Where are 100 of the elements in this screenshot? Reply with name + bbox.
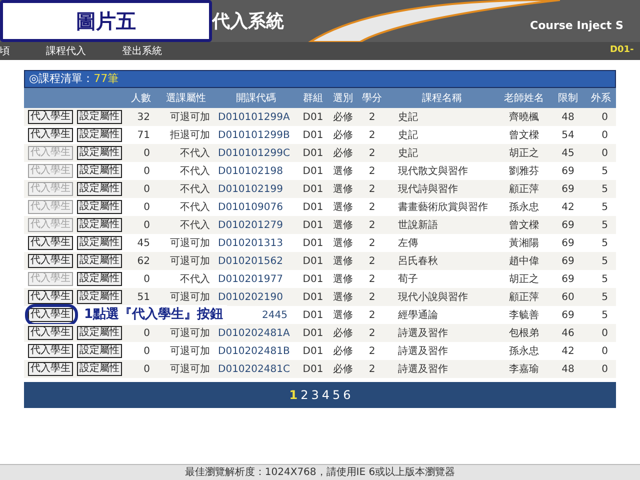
- set-attribute-button[interactable]: 設定屬性: [77, 164, 122, 178]
- code-cell: D010102199: [218, 184, 283, 194]
- set-attribute-button[interactable]: 設定屬性: [77, 362, 122, 376]
- inject-student-button[interactable]: 代入學生: [28, 110, 73, 124]
- type-cell: 必修: [333, 112, 353, 122]
- inject-student-button[interactable]: 代入學生: [28, 236, 73, 250]
- count-cell: 0: [144, 220, 150, 230]
- group-cell: D01: [302, 202, 324, 212]
- set-attribute-button[interactable]: 設定屬性: [77, 254, 122, 268]
- inject-student-button[interactable]: 代入學生: [28, 128, 73, 142]
- credits-cell: 2: [368, 202, 376, 212]
- course-cell: 書畫藝術欣賞與習作: [398, 202, 488, 212]
- limit-cell: 69: [562, 274, 574, 284]
- external-cell: 5: [602, 310, 608, 320]
- credits-cell: 2: [368, 220, 376, 230]
- inject-student-button[interactable]: 代入學生: [28, 254, 73, 268]
- course-cell: 史記: [398, 148, 418, 158]
- set-attribute-button[interactable]: 設定屬性: [77, 182, 122, 196]
- set-attribute-button[interactable]: 設定屬性: [77, 236, 122, 250]
- page-link[interactable]: 3: [311, 386, 319, 404]
- count-cell: 32: [137, 112, 150, 122]
- external-cell: 5: [602, 184, 608, 194]
- teacher-cell: 胡正之: [509, 148, 539, 158]
- code-cell: D010202481C: [218, 364, 290, 374]
- attribute-cell: 可退可加: [170, 238, 210, 248]
- group-cell: D01: [302, 346, 324, 356]
- group-cell: D01: [302, 112, 324, 122]
- count-cell: 0: [144, 364, 150, 374]
- header-cell: 限制: [550, 88, 586, 108]
- limit-cell: 69: [562, 310, 574, 320]
- header-cell: 學分: [358, 88, 386, 108]
- teacher-cell: 包根弟: [509, 328, 539, 338]
- header-cell: 人數: [124, 88, 158, 108]
- page-link[interactable]: 4: [322, 386, 330, 404]
- header-cell: 選課屬性: [158, 88, 214, 108]
- course-cell: 現代散文與習作: [398, 166, 468, 176]
- limit-cell: 69: [562, 238, 574, 248]
- set-attribute-button[interactable]: 設定屬性: [77, 146, 122, 160]
- type-cell: 必修: [333, 346, 353, 356]
- teacher-cell: 李毓善: [509, 310, 539, 320]
- code-cell: D010102198: [218, 166, 283, 176]
- figure-label-text: 圖片五: [76, 8, 136, 35]
- nav-link[interactable]: 課程代入: [46, 44, 86, 58]
- set-attribute-button[interactable]: 設定屬性: [77, 326, 122, 340]
- group-cell: D01: [302, 364, 324, 374]
- external-cell: 0: [602, 112, 608, 122]
- limit-cell: 69: [562, 256, 574, 266]
- attribute-cell: 不代入: [180, 274, 210, 284]
- header-cell: 老師姓名: [498, 88, 550, 108]
- external-cell: 5: [602, 292, 608, 302]
- set-attribute-button[interactable]: 設定屬性: [77, 218, 122, 232]
- type-cell: 選修: [333, 238, 353, 248]
- inject-student-button[interactable]: 代入學生: [28, 290, 73, 304]
- credits-cell: 2: [368, 346, 376, 356]
- teacher-cell: 曾文樑: [509, 130, 539, 140]
- page-link[interactable]: 2: [300, 386, 308, 404]
- limit-cell: 69: [562, 184, 574, 194]
- nav-link[interactable]: 登出系統: [122, 44, 162, 58]
- limit-cell: 48: [562, 364, 574, 374]
- inject-student-button[interactable]: 代入學生: [28, 344, 73, 358]
- credits-cell: 2: [368, 184, 376, 194]
- course-cell: 詩選及習作: [398, 328, 448, 338]
- inject-student-button[interactable]: 代入學生: [28, 362, 73, 376]
- set-attribute-button[interactable]: 設定屬性: [77, 128, 122, 142]
- page-link[interactable]: 1: [289, 386, 298, 404]
- set-attribute-button[interactable]: 設定屬性: [77, 344, 122, 358]
- page-link[interactable]: 5: [332, 386, 340, 404]
- header-cell: 選別: [328, 88, 358, 108]
- credits-cell: 2: [368, 148, 376, 158]
- set-attribute-button[interactable]: 設定屬性: [77, 290, 122, 304]
- nav-link[interactable]: 頃: [0, 44, 10, 58]
- course-cell: 荀子: [398, 274, 418, 284]
- teacher-cell: 李嘉瑜: [509, 364, 539, 374]
- header-cell: 開課代碼: [214, 88, 298, 108]
- attribute-cell: 不代入: [180, 148, 210, 158]
- group-cell: D01: [302, 238, 324, 248]
- group-cell: D01: [302, 148, 324, 158]
- course-cell: 詩選及習作: [398, 364, 448, 374]
- type-cell: 選修: [333, 184, 353, 194]
- list-count: 77筆: [94, 70, 119, 87]
- type-cell: 必修: [333, 328, 353, 338]
- limit-cell: 42: [562, 346, 574, 356]
- credits-cell: 2: [368, 256, 376, 266]
- page-link[interactable]: 6: [343, 386, 351, 404]
- set-attribute-button[interactable]: 設定屬性: [77, 272, 122, 286]
- limit-cell: 42: [562, 202, 574, 212]
- limit-cell: 45: [562, 148, 574, 158]
- count-cell: 0: [144, 148, 150, 158]
- external-cell: 0: [602, 130, 608, 140]
- external-cell: 5: [602, 220, 608, 230]
- teacher-cell: 趙中偉: [509, 256, 539, 266]
- set-attribute-button[interactable]: 設定屬性: [77, 110, 122, 124]
- set-attribute-button[interactable]: 設定屬性: [77, 200, 122, 214]
- teacher-cell: 顧正萍: [509, 292, 539, 302]
- code-cell: D010201313: [218, 238, 283, 248]
- inject-student-button[interactable]: 代入學生: [28, 326, 73, 340]
- group-cell: D01: [302, 310, 324, 320]
- teacher-cell: 孫永忠: [509, 202, 539, 212]
- credits-cell: 2: [368, 130, 376, 140]
- inject-student-button[interactable]: 代入學生: [28, 308, 73, 322]
